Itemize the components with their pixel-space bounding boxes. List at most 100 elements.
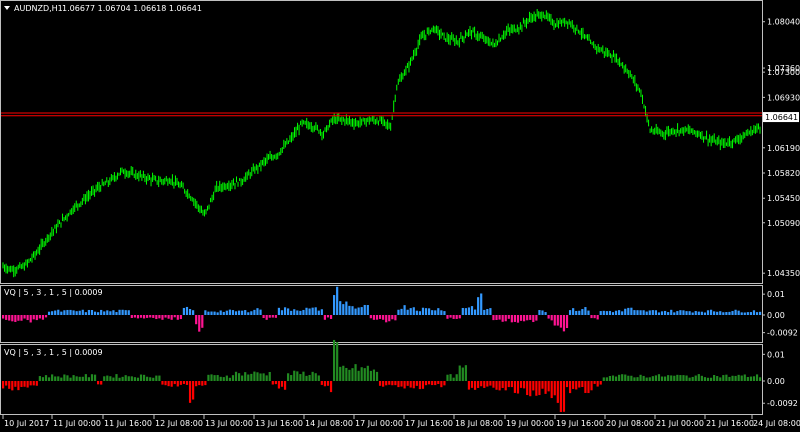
histogram-bar (283, 307, 287, 315)
histogram-bar (553, 315, 556, 326)
histogram-bar (363, 368, 366, 381)
histogram-bar (84, 312, 87, 315)
histogram-bar (734, 375, 737, 381)
histogram-bar (713, 375, 716, 381)
price-tick-label: 1.05450 (767, 194, 800, 203)
histogram-bar (688, 377, 691, 381)
histogram-bar (265, 375, 268, 381)
histogram-bar (578, 381, 581, 388)
indicator-tick-label: 0.00 (767, 311, 785, 320)
histogram-bar (605, 311, 608, 315)
histogram-bar (81, 376, 84, 381)
histogram-bar (562, 381, 566, 412)
histogram-bar (283, 381, 287, 390)
histogram-bar (54, 310, 57, 315)
histogram-bar (495, 381, 498, 390)
histogram-bar (290, 375, 293, 381)
histogram-bar (329, 381, 333, 393)
histogram-bar (225, 375, 228, 381)
histogram-bar (11, 315, 14, 322)
histogram-bar (489, 308, 492, 315)
histogram-bar (351, 368, 354, 381)
histogram-bar (452, 315, 455, 319)
histogram-bar (397, 381, 400, 388)
histogram-bar (198, 381, 201, 386)
histogram-bar (26, 381, 29, 388)
histogram-bar (201, 381, 204, 386)
histogram-bar (262, 373, 265, 381)
histogram-bar (593, 315, 596, 319)
histogram-bar (326, 381, 330, 386)
histogram-bar (17, 315, 20, 321)
histogram-bar (369, 370, 372, 381)
time-tick-label: 13 Jul 16:00 (255, 419, 303, 428)
histogram-bar (185, 306, 189, 315)
histogram-bar (127, 310, 130, 315)
histogram-bar (311, 307, 314, 315)
histogram-bar (112, 377, 115, 381)
histogram-bar (526, 381, 529, 396)
price-panel[interactable]: AUDNZD,H1 1.06677 1.06704 1.06618 1.0664… (0, 0, 763, 284)
histogram-bar (418, 311, 422, 315)
histogram-bar (234, 311, 238, 315)
histogram-bar (492, 381, 495, 388)
histogram-bar (100, 381, 103, 385)
histogram-bar (716, 311, 719, 315)
histogram-bar (406, 381, 409, 386)
histogram-bar (682, 375, 685, 381)
histogram-bar (703, 377, 707, 381)
histogram-bar (323, 315, 327, 320)
histogram-bar (136, 315, 140, 319)
histogram-bar (740, 312, 743, 315)
trading-chart[interactable]: AUDNZD,H1 1.06677 1.06704 1.06618 1.0664… (0, 0, 800, 432)
histogram-bar (391, 315, 394, 320)
histogram-bar (461, 307, 464, 315)
histogram-bar (455, 374, 458, 381)
histogram-bar (207, 374, 210, 381)
histogram-bar (624, 374, 627, 381)
histogram-bar (584, 307, 587, 315)
histogram-bar (372, 369, 376, 381)
histogram-bar (317, 310, 320, 315)
histogram-bar (639, 310, 642, 315)
histogram-bar (565, 315, 569, 329)
histogram-bar (477, 381, 480, 388)
histogram-bar (709, 377, 713, 381)
histogram-bar (504, 315, 507, 322)
histogram-bar (271, 381, 274, 385)
histogram-bar (633, 377, 636, 381)
histogram-bar (280, 381, 284, 387)
histogram-bar (388, 381, 391, 385)
histogram-bar (268, 371, 271, 381)
histogram-bar (541, 310, 544, 315)
histogram-bar (694, 311, 697, 315)
histogram-bar (152, 377, 155, 381)
histogram-bar (611, 375, 615, 381)
histogram-bar (32, 381, 35, 386)
histogram-bar (550, 315, 553, 321)
histogram-bar (519, 381, 523, 388)
histogram-bar (624, 308, 627, 315)
histogram-bar (75, 311, 78, 315)
histogram-bar (155, 315, 158, 320)
time-tick-label: 14 Jul 08:00 (305, 419, 353, 428)
histogram-bar (596, 381, 599, 387)
histogram-bar (87, 309, 91, 315)
histogram-bar (449, 374, 452, 381)
histogram-bar (734, 309, 737, 315)
histogram-bar (691, 376, 694, 381)
histogram-bar (78, 376, 81, 381)
price-axis: 1.080401.073601.073001.069301.066411.061… (762, 18, 800, 278)
histogram-bar (431, 381, 434, 386)
histogram-bar (84, 374, 87, 381)
indicator-panel-1[interactable]: VQ | 5 , 3 , 1 , 5 | 0.0009 (0, 285, 763, 343)
histogram-bar (568, 310, 572, 315)
histogram-bar (348, 369, 351, 381)
price-tick-label: 1.06930 (767, 93, 800, 102)
histogram-bar (271, 315, 274, 318)
histogram-bar (382, 315, 385, 320)
histogram-bar (556, 381, 559, 403)
histogram-bar (513, 381, 517, 393)
histogram-bar (320, 309, 323, 315)
indicator-panel-2[interactable]: VQ | 5 , 3 , 1 , 5 | 0.0009 (0, 339, 763, 415)
